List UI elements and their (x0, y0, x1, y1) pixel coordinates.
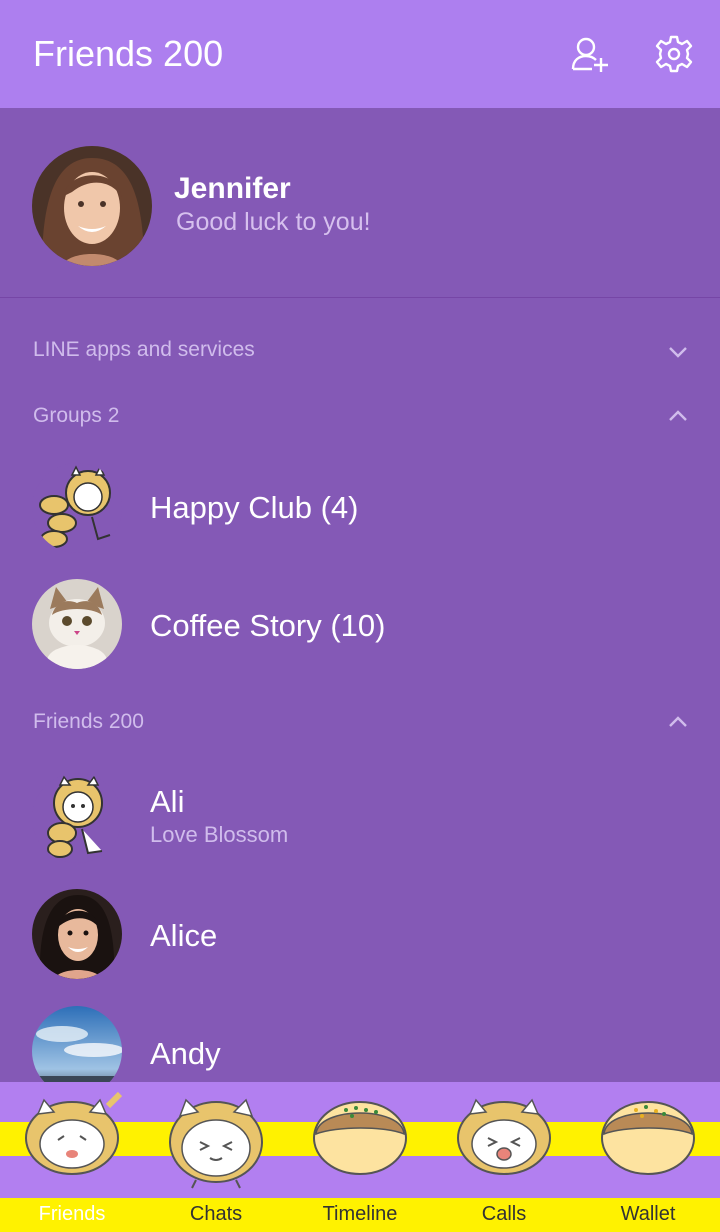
tab-timeline[interactable]: Timeline (288, 1082, 432, 1232)
group-avatar-happy-club[interactable] (32, 463, 122, 553)
tab-label: Chats (189, 1203, 243, 1225)
friend-name[interactable]: Andy (150, 1036, 221, 1072)
group-name[interactable]: Coffee Story (10) (150, 608, 385, 644)
tab-label: Wallet (620, 1203, 676, 1225)
settings-gear-icon[interactable] (654, 34, 694, 74)
page-title: Friends 200 (33, 33, 224, 74)
section-header-friends[interactable]: Friends 200 (33, 710, 144, 734)
wallet-takoyaki-icon (601, 1101, 695, 1175)
friend-name[interactable]: Alice (150, 918, 217, 954)
avatar[interactable] (32, 146, 152, 266)
friends-cat-icon (25, 1092, 123, 1175)
friend-avatar-ali[interactable] (32, 773, 122, 863)
profile-status-message: Good luck to you! (176, 208, 371, 236)
friend-avatar-alice[interactable] (32, 889, 122, 979)
tab-label: Timeline (322, 1203, 398, 1225)
chevron-up-icon[interactable] (668, 410, 688, 422)
chevron-down-icon[interactable] (668, 346, 688, 358)
chats-cat-icon (169, 1098, 263, 1189)
my-profile[interactable]: Jennifer Good luck to you! (0, 108, 720, 298)
group-avatar-coffee-story[interactable] (32, 579, 122, 669)
chevron-up-icon[interactable] (668, 716, 688, 728)
tab-calls[interactable]: Calls (432, 1082, 576, 1232)
friend-name[interactable]: Ali (150, 784, 184, 820)
tab-friends[interactable]: Friends (0, 1082, 144, 1232)
section-header-groups[interactable]: Groups 2 (33, 404, 119, 428)
calls-cat-icon (457, 1098, 551, 1175)
add-friend-icon[interactable] (570, 34, 610, 74)
profile-name: Jennifer (174, 172, 291, 205)
tab-label: Calls (481, 1203, 527, 1225)
friend-status-message: Love Blossom (150, 822, 289, 847)
bottom-tab-bar: Friends Chats Timeline Calls Wallet (0, 1082, 720, 1232)
group-name[interactable]: Happy Club (4) (150, 490, 358, 526)
section-header-services[interactable]: LINE apps and services (33, 338, 255, 362)
tab-wallet[interactable]: Wallet (576, 1082, 720, 1232)
top-bar: Friends 200 (0, 0, 720, 108)
tab-label: Friends (38, 1203, 106, 1225)
tab-chats[interactable]: Chats (144, 1082, 288, 1232)
timeline-takoyaki-icon (313, 1101, 407, 1175)
